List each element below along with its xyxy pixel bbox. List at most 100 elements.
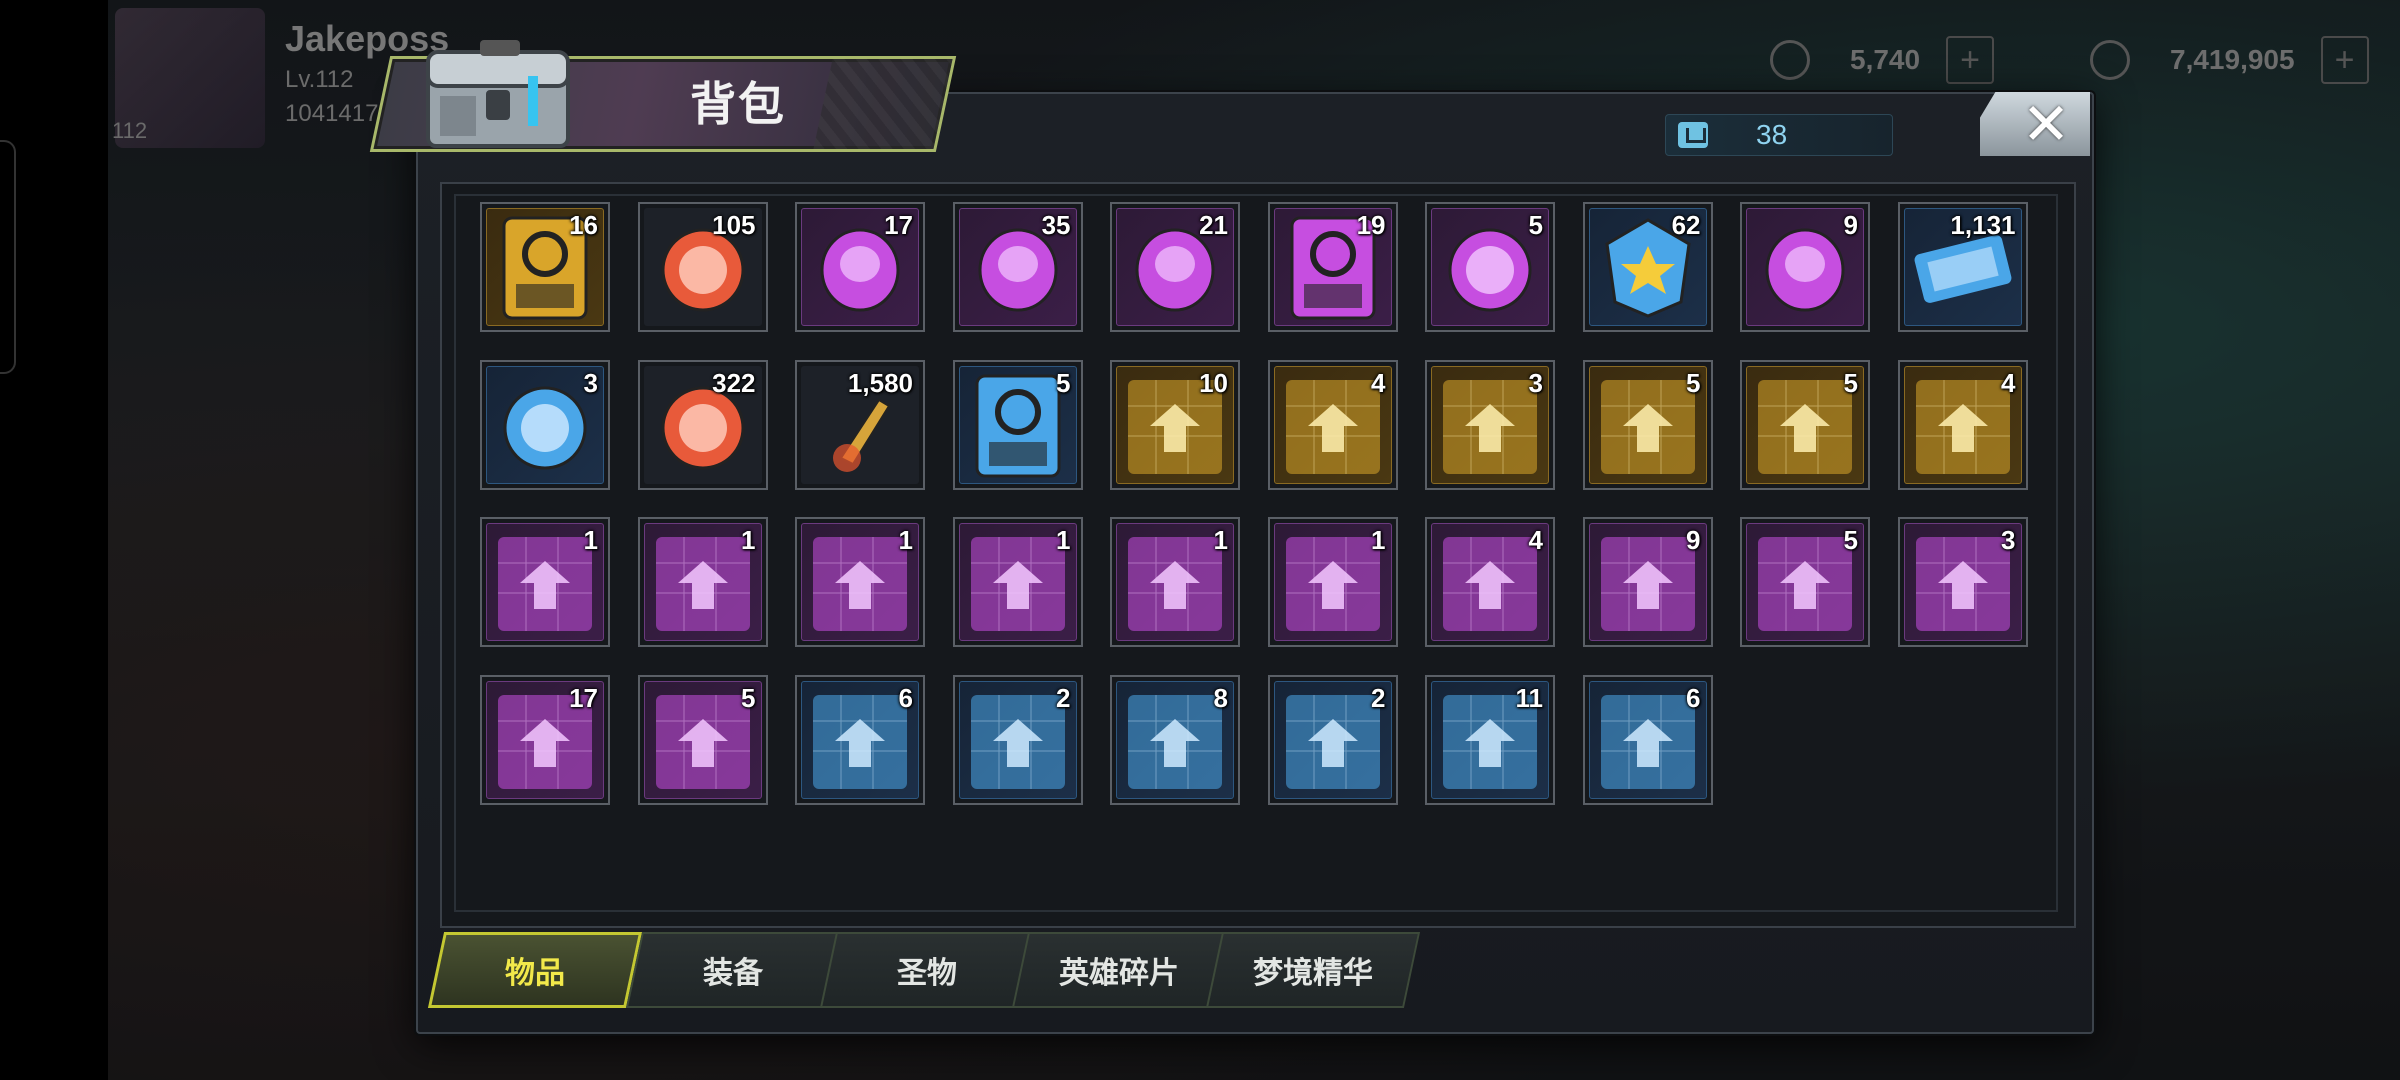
- inventory-slot[interactable]: 1: [1267, 517, 1398, 647]
- tab-label: 梦境精华: [1253, 956, 1373, 991]
- inventory-slot[interactable]: 8: [1110, 674, 1240, 805]
- inventory-slot[interactable]: 5: [1740, 517, 1870, 647]
- item-quantity: 17: [569, 682, 598, 713]
- item-quantity: 11: [1515, 682, 1544, 713]
- inventory-slot[interactable]: 6: [1582, 674, 1713, 805]
- inventory-slot[interactable]: 16: [480, 202, 610, 332]
- item-quantity: 1: [898, 525, 913, 555]
- inventory-slot[interactable]: 1: [637, 517, 768, 647]
- inventory-slot[interactable]: 3: [1897, 517, 2028, 647]
- inventory-slot[interactable]: 322: [637, 359, 768, 490]
- inventory-slot[interactable]: 1: [1110, 517, 1240, 647]
- inventory-slot[interactable]: 1,131: [1897, 202, 2028, 332]
- capacity-indicator: 38: [1665, 114, 1893, 156]
- item-quantity: 1: [1213, 525, 1228, 555]
- inventory-slot[interactable]: 5: [1740, 359, 1870, 490]
- item-quantity: 62: [1671, 210, 1701, 240]
- inventory-slot[interactable]: 1,580: [795, 359, 925, 490]
- tab-label: 物品: [505, 956, 565, 991]
- item-quantity: 1,580: [847, 367, 913, 398]
- close-icon: ✕: [2021, 90, 2071, 158]
- gold-coin-icon: [2090, 40, 2130, 80]
- item-quantity: 2: [1056, 682, 1071, 713]
- inventory-slot[interactable]: 105: [637, 202, 768, 332]
- inventory-slot[interactable]: 10: [1110, 359, 1240, 490]
- inventory-slot[interactable]: 5: [1425, 202, 1555, 332]
- inventory-slot[interactable]: 5: [952, 359, 1083, 490]
- item-quantity: 105: [712, 210, 756, 240]
- inventory-slot[interactable]: 17: [795, 202, 925, 332]
- item-quantity: 5: [1528, 210, 1543, 240]
- inventory-slot[interactable]: 9: [1582, 517, 1713, 647]
- item-quantity: 3: [1528, 367, 1543, 398]
- inventory-slot[interactable]: 11: [1425, 674, 1555, 805]
- inventory-slot[interactable]: 3: [480, 359, 610, 490]
- item-quantity: 5: [741, 682, 756, 713]
- item-quantity: 4: [1528, 525, 1543, 555]
- item-quantity: 17: [884, 210, 913, 240]
- item-quantity: 19: [1356, 210, 1386, 240]
- item-quantity: 1,131: [1950, 210, 2016, 240]
- inventory-slot[interactable]: 4: [1267, 359, 1398, 490]
- tab-label: 装备: [703, 956, 763, 991]
- item-quantity: 35: [1041, 210, 1071, 240]
- player-power: 1041417: [285, 100, 379, 127]
- item-quantity: 1: [583, 525, 598, 555]
- treasure-chest-icon: [426, 40, 570, 148]
- side-handle[interactable]: [0, 140, 16, 374]
- item-quantity: 5: [1843, 525, 1858, 555]
- item-quantity: 1: [1371, 525, 1386, 555]
- gem-amount: 5,740: [1850, 44, 1921, 75]
- inventory-slot[interactable]: 19: [1267, 202, 1398, 332]
- tab-label: 圣物: [897, 956, 957, 991]
- inventory-slot[interactable]: 62: [1582, 202, 1713, 332]
- capacity-value: 38: [1756, 119, 1788, 150]
- tab-label: 英雄碎片: [1059, 956, 1179, 991]
- item-quantity: 6: [1686, 682, 1701, 713]
- add-gem-button[interactable]: +: [1946, 36, 1995, 84]
- inventory-slot[interactable]: 1: [952, 517, 1083, 647]
- item-quantity: 4: [1371, 367, 1386, 398]
- item-quantity: 5: [1843, 367, 1858, 398]
- inventory-slot[interactable]: 2: [952, 674, 1083, 805]
- gold-currency: 7,419,905 +: [2090, 36, 2369, 84]
- item-quantity: 9: [1843, 210, 1858, 240]
- item-quantity: 1: [1056, 525, 1071, 555]
- item-quantity: 5: [1056, 367, 1071, 398]
- inventory-slot[interactable]: 6: [795, 674, 925, 805]
- inventory-slot[interactable]: 1: [480, 517, 610, 647]
- inventory-slot[interactable]: 4: [1897, 359, 2028, 490]
- inventory-slot[interactable]: 4: [1425, 517, 1555, 647]
- item-quantity: 9: [1686, 525, 1701, 555]
- dialog-title: 背包: [690, 77, 786, 131]
- player-avatar-badge: 112: [112, 118, 148, 143]
- item-quantity: 3: [583, 367, 598, 398]
- inventory-slot[interactable]: 17: [480, 674, 610, 805]
- inventory-slot[interactable]: 2: [1267, 674, 1398, 805]
- inventory-slot[interactable]: 9: [1740, 202, 1870, 332]
- gem-currency: 5,740 +: [1770, 36, 1995, 84]
- bag-capacity-icon: [1678, 122, 1708, 148]
- item-quantity: 8: [1213, 682, 1228, 713]
- item-quantity: 3: [2001, 525, 2016, 555]
- gold-amount: 7,419,905: [2170, 44, 2295, 75]
- add-gold-button[interactable]: +: [2320, 36, 2369, 84]
- gem-icon: [1770, 40, 1810, 80]
- inventory-slot[interactable]: 3: [1425, 359, 1555, 490]
- item-quantity: 6: [898, 682, 913, 713]
- inventory-slot[interactable]: 5: [637, 674, 768, 805]
- item-quantity: 21: [1199, 210, 1228, 240]
- item-quantity: 1: [741, 525, 756, 555]
- close-button[interactable]: ✕: [1980, 92, 2090, 156]
- item-quantity: 4: [2001, 367, 2016, 398]
- item-quantity: 10: [1199, 367, 1228, 398]
- item-quantity: 5: [1686, 367, 1701, 398]
- item-quantity: 2: [1371, 682, 1386, 713]
- inventory-slot[interactable]: 1: [795, 517, 925, 647]
- inventory-slot[interactable]: 5: [1582, 359, 1713, 490]
- item-quantity: 16: [569, 210, 598, 240]
- inventory-slot[interactable]: 35: [952, 202, 1083, 332]
- inventory-slot[interactable]: 21: [1110, 202, 1240, 332]
- player-level: Lv.112: [285, 66, 354, 93]
- item-quantity: 322: [712, 367, 756, 398]
